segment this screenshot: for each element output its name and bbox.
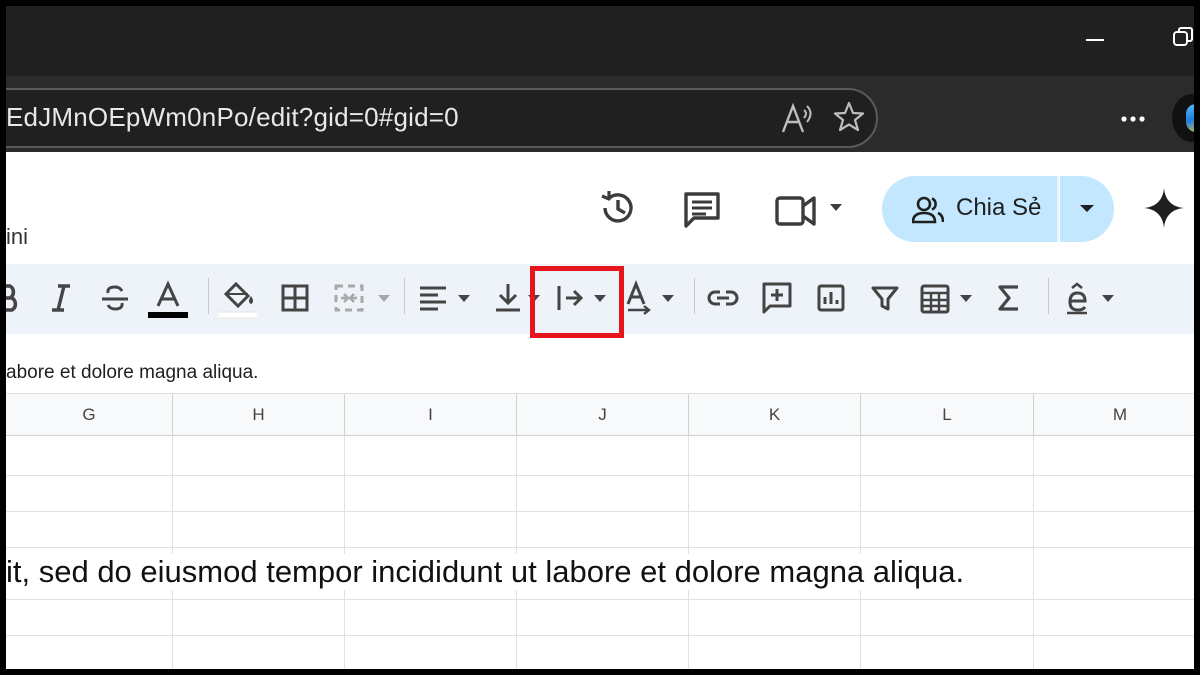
input-tools-icon[interactable]	[1060, 280, 1122, 316]
favorite-star-icon[interactable]	[832, 100, 866, 134]
column-header-j[interactable]: J	[517, 394, 689, 436]
column-header-k[interactable]: K	[689, 394, 861, 436]
share-dropdown-button[interactable]	[1060, 176, 1114, 242]
toolbar-separator	[404, 278, 405, 314]
share-divider	[1057, 176, 1059, 242]
italic-icon[interactable]	[44, 280, 78, 316]
column-header-l[interactable]: L	[861, 394, 1034, 436]
more-options-icon[interactable]	[1118, 104, 1148, 134]
grid-line	[6, 475, 1194, 476]
window-title-bar	[6, 6, 1194, 76]
sheet-header: ini Chia Sẻ	[6, 152, 1194, 264]
gemini-icon[interactable]	[1144, 188, 1184, 228]
formula-bar-value[interactable]: abore et dolore magna aliqua.	[6, 362, 258, 384]
merge-cells-icon[interactable]	[332, 280, 394, 316]
grid-line	[6, 511, 1194, 512]
insert-link-icon[interactable]	[706, 280, 740, 316]
cell-overflow-text[interactable]: it, sed do eiusmod tempor incididunt ut …	[6, 554, 969, 590]
fill-color-icon[interactable]	[217, 280, 259, 322]
spreadsheet-grid[interactable]: G H I J K L M it, sed do eiusmod tempor …	[6, 394, 1194, 669]
insert-chart-icon[interactable]	[814, 280, 848, 316]
grid-line	[6, 547, 1194, 548]
toolbar-separator	[208, 278, 209, 314]
text-rotation-icon[interactable]	[624, 279, 686, 316]
history-icon[interactable]	[598, 188, 638, 228]
bold-icon[interactable]	[6, 280, 26, 316]
functions-icon[interactable]	[992, 280, 1026, 316]
share-button[interactable]: Chia Sẻ	[882, 176, 1058, 242]
strikethrough-icon[interactable]	[98, 280, 132, 316]
share-label: Chia Sẻ	[956, 194, 1042, 221]
borders-icon[interactable]	[278, 280, 312, 316]
filter-icon[interactable]	[868, 280, 902, 316]
comment-icon[interactable]	[682, 190, 722, 230]
insert-comment-icon[interactable]	[760, 280, 794, 316]
document-menu-partial[interactable]: ini	[6, 224, 28, 250]
grid-line	[6, 599, 1194, 600]
minimize-icon[interactable]	[1086, 30, 1106, 50]
formula-bar[interactable]: abore et dolore magna aliqua.	[6, 348, 1194, 394]
chevron-down-icon	[1080, 205, 1094, 212]
url-text[interactable]: EdJMnOEpWm0nPo/edit?gid=0#gid=0	[6, 102, 459, 133]
address-bar-row: EdJMnOEpWm0nPo/edit?gid=0#gid=0	[6, 76, 1194, 152]
column-header-i[interactable]: I	[345, 394, 517, 436]
grid-line	[6, 635, 1194, 636]
meet-icon[interactable]	[774, 190, 846, 230]
share-people-icon	[912, 196, 944, 224]
toolbar-separator	[1048, 278, 1049, 314]
copilot-icon[interactable]	[1172, 94, 1194, 142]
screenshot-frame: EdJMnOEpWm0nPo/edit?gid=0#gid=0 ini Chia…	[6, 6, 1194, 669]
horizontal-align-icon[interactable]	[416, 280, 478, 316]
column-header-m[interactable]: M	[1034, 394, 1194, 436]
read-aloud-icon[interactable]	[780, 102, 814, 136]
column-header-h[interactable]: H	[173, 394, 345, 436]
highlight-box	[530, 266, 624, 338]
filter-views-icon[interactable]	[918, 280, 980, 316]
restore-icon[interactable]	[1172, 26, 1194, 48]
text-color-icon[interactable]	[148, 280, 188, 322]
toolbar-separator	[694, 278, 695, 314]
column-header-g[interactable]: G	[6, 394, 173, 436]
